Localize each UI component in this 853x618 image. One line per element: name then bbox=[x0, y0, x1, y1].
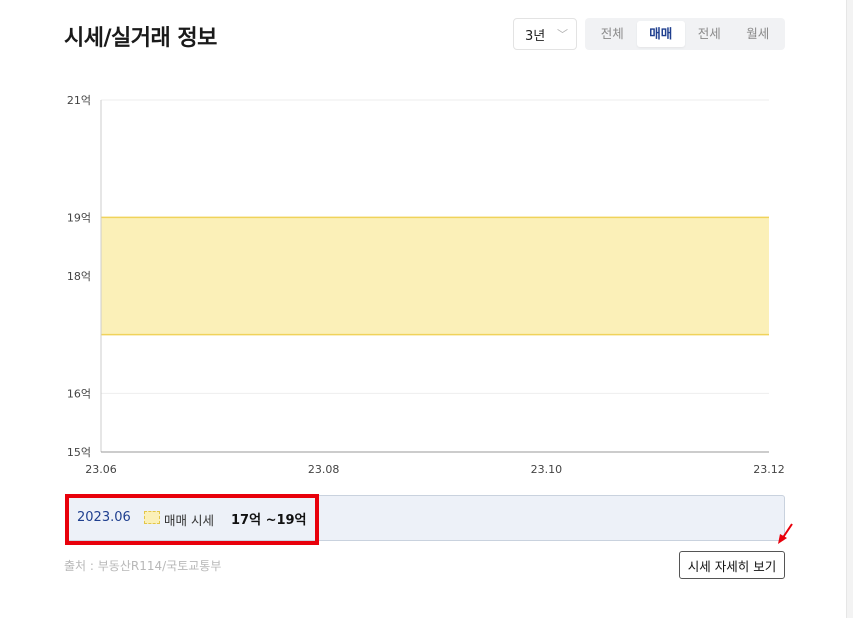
price-chart: 15억 16억 18억 19억 21억 23.06 23.08 23.10 23.12 bbox=[67, 94, 785, 476]
x-tick-label: 23.10 bbox=[531, 463, 563, 476]
x-tick-label: 23.12 bbox=[753, 463, 785, 476]
annotation-highlight-box bbox=[65, 494, 319, 545]
y-tick-label: 18억 bbox=[67, 270, 91, 283]
y-tick-label: 15억 bbox=[67, 446, 91, 459]
y-tick-label: 19억 bbox=[67, 211, 91, 224]
y-tick-label: 16억 bbox=[67, 387, 91, 400]
annotation-arrow-icon bbox=[778, 523, 793, 544]
sale-price-band bbox=[101, 217, 769, 335]
x-tick-label: 23.06 bbox=[85, 463, 117, 476]
y-tick-label: 21억 bbox=[67, 94, 91, 107]
x-tick-label: 23.08 bbox=[308, 463, 340, 476]
price-detail-button[interactable]: 시세 자세히 보기 bbox=[679, 551, 785, 579]
data-source: 출처 : 부동산R114/국토교통부 bbox=[64, 559, 222, 573]
